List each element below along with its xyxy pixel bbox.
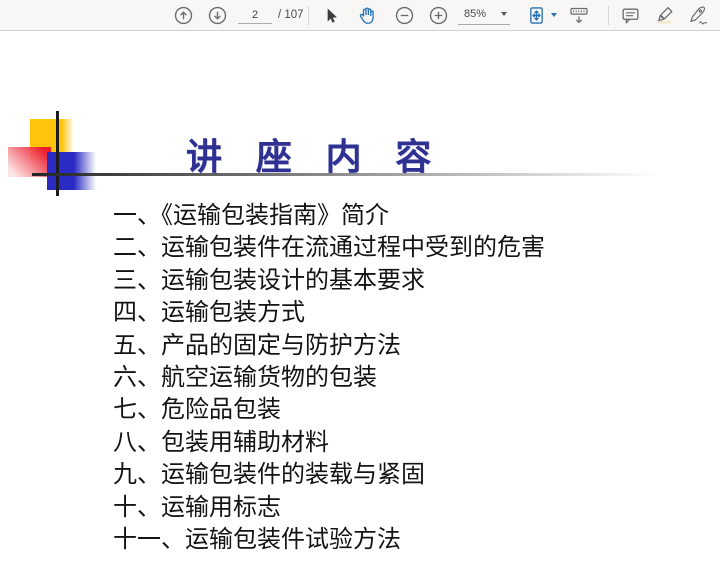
decoration-blue-square [47, 152, 96, 190]
page-total-label: / 107 [278, 9, 304, 21]
hand-tool-button[interactable] [354, 4, 380, 27]
plus-circle-icon [428, 5, 449, 26]
toolbar-divider [608, 6, 609, 25]
highlighter-icon [655, 5, 676, 26]
minus-circle-icon [394, 5, 415, 26]
chevron-down-icon[interactable] [551, 13, 557, 17]
toc-item: 三、运输包装设计的基本要求 [113, 265, 673, 297]
page-number-input[interactable] [238, 6, 272, 24]
highlight-tool-button[interactable] [652, 4, 678, 27]
pdf-toolbar: / 107 [0, 0, 720, 31]
zoom-out-button[interactable] [392, 4, 416, 27]
toc-item: 十一、运输包装件试验方法 [113, 524, 673, 556]
zoom-in-button[interactable] [426, 4, 450, 27]
zoom-level-control[interactable]: 85% [458, 5, 510, 25]
arrow-up-circle-icon [173, 5, 194, 26]
pdf-page: 讲 座 内 容 一、《运输包装指南》简介 二、运输包装件在流通过程中受到的危害 … [0, 31, 720, 561]
toc-item: 六、航空运输货物的包装 [113, 362, 673, 394]
toc-item: 四、运输包装方式 [113, 297, 673, 329]
fit-page-icon [526, 5, 547, 26]
chevron-down-icon [501, 12, 507, 16]
toc-item: 九、运输包装件的装载与紧固 [113, 459, 673, 491]
toc-item: 一、《运输包装指南》简介 [113, 200, 673, 232]
collapse-toolbar-icon [568, 5, 590, 27]
fit-page-button[interactable] [524, 4, 548, 27]
previous-page-button[interactable] [172, 4, 195, 27]
fountain-pen-icon [687, 5, 709, 27]
hand-tool-icon [357, 5, 378, 26]
toc-item: 二、运输包装件在流通过程中受到的危害 [113, 232, 673, 264]
toc-item: 七、危险品包装 [113, 394, 673, 426]
pdf-viewer-window: / 107 [0, 0, 720, 561]
slide-title: 讲 座 内 容 [186, 128, 443, 180]
fill-sign-button[interactable] [684, 4, 712, 27]
decoration-vertical-line [56, 111, 59, 196]
toc-item: 十、运输用标志 [113, 492, 673, 524]
collapse-toolbar-button[interactable] [566, 4, 592, 27]
arrow-down-circle-icon [207, 5, 228, 26]
cursor-arrow-icon [321, 6, 340, 25]
table-of-contents: 一、《运输包装指南》简介 二、运输包装件在流通过程中受到的危害 三、运输包装设计… [113, 200, 673, 556]
select-tool-button[interactable] [318, 4, 342, 27]
next-page-button[interactable] [206, 4, 229, 27]
zoom-level-value: 85% [464, 8, 486, 20]
comment-bubble-icon [620, 5, 641, 26]
comment-tool-button[interactable] [617, 4, 643, 27]
toc-item: 八、包装用辅助材料 [113, 427, 673, 459]
toolbar-divider [308, 6, 309, 25]
toc-item: 五、产品的固定与防护方法 [113, 330, 673, 362]
